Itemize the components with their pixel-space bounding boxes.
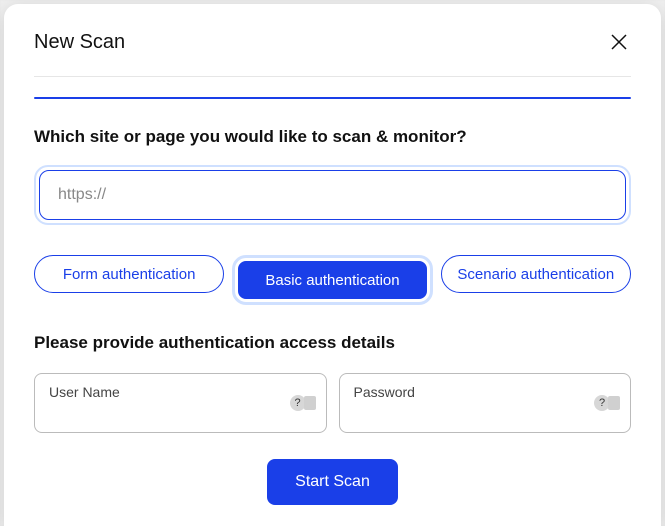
scan-type-toggle: Standard scan Authenticated scan <box>34 97 631 99</box>
new-scan-modal: New Scan Standard scan Authenticated sca… <box>4 4 661 526</box>
autofill-icon <box>608 396 620 410</box>
form-auth-button[interactable]: Form authentication <box>34 255 224 293</box>
start-scan-button[interactable]: Start Scan <box>267 459 398 505</box>
modal-header: New Scan <box>34 30 631 77</box>
scenario-auth-button[interactable]: Scenario authentication <box>441 255 631 293</box>
username-input[interactable] <box>47 402 282 418</box>
credentials-label: Please provide authentication access det… <box>34 333 631 353</box>
modal-footer: Start Scan <box>34 459 631 505</box>
autofill-icon <box>304 396 316 410</box>
url-input-focus-ring <box>34 165 631 225</box>
username-label: User Name <box>49 384 312 400</box>
url-input[interactable] <box>39 170 626 220</box>
url-question-label: Which site or page you would like to sca… <box>34 127 631 147</box>
password-field[interactable]: Password ? <box>339 373 632 433</box>
username-hint-icon[interactable]: ? <box>290 395 316 411</box>
credentials-row: User Name ? Password ? <box>34 373 631 433</box>
close-icon <box>609 32 629 52</box>
password-input[interactable] <box>352 402 587 418</box>
password-hint-icon[interactable]: ? <box>594 395 620 411</box>
username-field[interactable]: User Name ? <box>34 373 327 433</box>
auth-method-row: Form authentication Basic authentication… <box>34 255 631 305</box>
close-button[interactable] <box>607 30 631 54</box>
basic-auth-button[interactable]: Basic authentication <box>238 261 426 299</box>
basic-auth-focus-ring: Basic authentication <box>232 255 432 305</box>
modal-title: New Scan <box>34 31 125 54</box>
password-label: Password <box>354 384 617 400</box>
